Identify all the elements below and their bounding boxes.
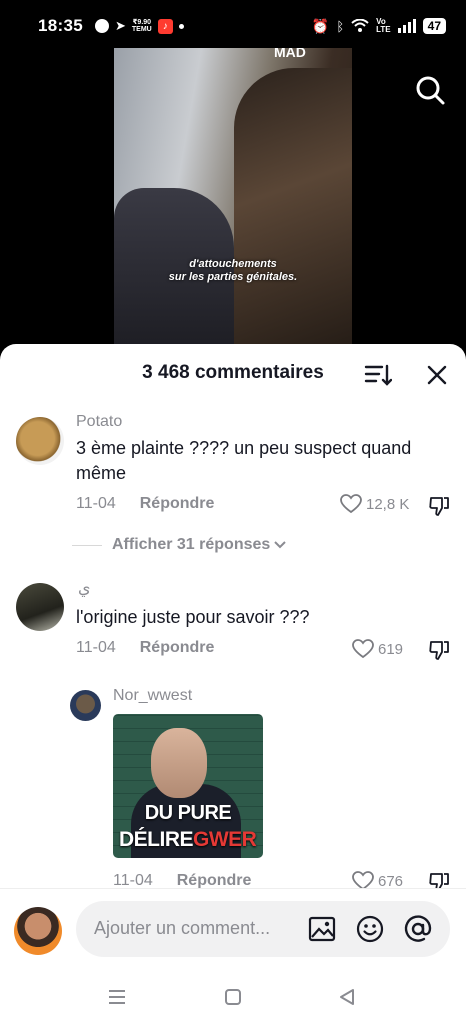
- like-count: 676: [378, 872, 404, 890]
- reply-button[interactable]: Répondre: [140, 639, 215, 657]
- chevron-down-icon: [274, 541, 286, 549]
- comment-date: 11-04: [76, 495, 116, 512]
- avatar[interactable]: [16, 583, 64, 631]
- bluetooth-icon: ᛒ: [336, 18, 345, 34]
- video-person-head: [234, 68, 352, 356]
- video-caption-line2: sur les parties génitales.: [168, 271, 298, 283]
- status-time: 18:35: [38, 16, 83, 35]
- back-icon[interactable]: [336, 986, 358, 1008]
- notification-icons: ➤ ₹9.90 TEMU ♪: [94, 18, 184, 34]
- heart-icon: [340, 494, 362, 514]
- music-app-icon: ♪: [157, 18, 173, 34]
- image-text-white: DÉLIRE: [119, 828, 194, 851]
- my-avatar[interactable]: [14, 907, 62, 955]
- like-button[interactable]: 12,8 K: [340, 494, 409, 514]
- wifi-icon: [351, 19, 369, 32]
- image-text-line1: DU PURE: [144, 802, 232, 824]
- comment-username[interactable]: ي: [78, 578, 91, 598]
- close-icon[interactable]: [424, 362, 450, 388]
- more-notifications-dot: [178, 23, 184, 29]
- heart-icon: [352, 639, 374, 659]
- status-bar: 18:35 ➤ ₹9.90 TEMU ♪ ⏰ ᛒ Vo LTE 47: [0, 0, 466, 52]
- video-caption: d'attouchements sur les parties génitale…: [114, 258, 352, 284]
- avatar[interactable]: [16, 417, 64, 465]
- comment-date: 11-04: [76, 639, 116, 656]
- view-replies-button[interactable]: Afficher 31 réponses: [72, 536, 287, 554]
- comment-image[interactable]: DU PURE DÉLIREGWER: [113, 714, 263, 858]
- signal-icon: [397, 19, 416, 33]
- search-icon[interactable]: [414, 74, 446, 106]
- view-replies-label: Afficher 31 réponses: [112, 536, 271, 553]
- like-count: 12,8 K: [366, 495, 410, 513]
- sort-icon[interactable]: [364, 362, 392, 388]
- home-icon[interactable]: [222, 986, 244, 1008]
- like-button[interactable]: 619: [352, 639, 403, 659]
- telegram-icon: ➤: [114, 18, 126, 33]
- thumb-person-head: [151, 728, 207, 798]
- comment-username[interactable]: Potato: [76, 413, 122, 431]
- comment-input-bar: Ajouter un comment...: [0, 888, 466, 970]
- like-count: 619: [378, 640, 404, 658]
- comment-meta: 11-04 Répondre: [76, 495, 214, 513]
- comment-input[interactable]: Ajouter un comment...: [76, 901, 450, 957]
- reply-button[interactable]: Répondre: [140, 495, 215, 513]
- comment-meta: 11-04 Répondre: [76, 639, 214, 657]
- video-caption-line1: d'attouchements: [189, 258, 277, 270]
- messenger-icon: [94, 19, 109, 33]
- comment-username[interactable]: Nor_wwest: [113, 687, 192, 705]
- volte-label: Vo LTE: [376, 17, 391, 34]
- comments-count-title: 3 468 commentaires: [142, 362, 324, 383]
- image-text-red: GWER: [193, 828, 257, 851]
- mention-icon[interactable]: [403, 914, 433, 944]
- alarm-icon: ⏰: [311, 17, 330, 34]
- battery-icon: 47: [422, 18, 446, 34]
- video-frame: MAD d'attouchements sur les parties géni…: [114, 48, 352, 356]
- comment-text[interactable]: l'origine juste pour savoir ???: [76, 605, 436, 630]
- image-icon[interactable]: [307, 914, 337, 944]
- comment-input-placeholder: Ajouter un comment...: [94, 918, 271, 938]
- emoji-icon[interactable]: [355, 914, 385, 944]
- dislike-icon[interactable]: [428, 639, 450, 661]
- video-player[interactable]: MAD d'attouchements sur les parties géni…: [0, 0, 466, 356]
- temu-icon: ₹9.90 TEMU: [131, 19, 152, 33]
- image-text-line2: DÉLIREGWER: [119, 828, 257, 852]
- recent-apps-icon[interactable]: [106, 986, 128, 1008]
- comments-header: 3 468 commentaires: [0, 344, 466, 404]
- comment-text[interactable]: 3 ème plainte ???? un peu suspect quand …: [76, 436, 436, 486]
- system-nav-bar: [0, 970, 466, 1024]
- avatar[interactable]: [70, 690, 101, 721]
- dislike-icon[interactable]: [428, 495, 450, 517]
- system-icons: ⏰ ᛒ Vo LTE 47: [312, 18, 446, 35]
